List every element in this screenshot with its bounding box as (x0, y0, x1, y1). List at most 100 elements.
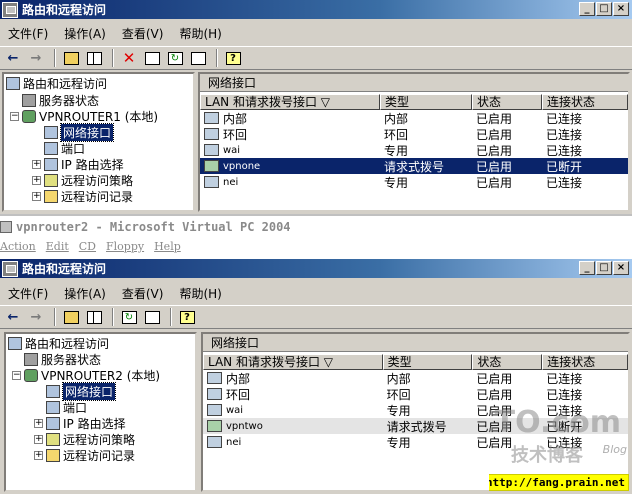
tree-root[interactable]: 路由和远程访问 (6, 75, 107, 91)
tree-remote-access-policy[interactable]: 远程访问策略 (44, 172, 133, 188)
tree-remote-access-policy[interactable]: 远程访问策略 (46, 431, 135, 447)
console-tree-icon (86, 51, 102, 65)
close-button[interactable]: × (613, 2, 629, 16)
column-header-status[interactable]: 状态 (472, 354, 543, 370)
export-list-button[interactable] (142, 307, 162, 327)
show-hide-tree-button[interactable] (84, 48, 104, 68)
table-row[interactable]: 环回 环回 已启用 已连接 (203, 386, 628, 402)
maximize-button[interactable]: □ (596, 261, 612, 275)
column-header-conn-state[interactable]: 连接状态 (542, 94, 628, 110)
column-header-name[interactable]: LAN 和请求拨号接口 ▽ (200, 94, 380, 110)
rras-window-top: 路由和远程访问 _ □ × 文件(F) 操作(A) 查看(V) 帮助(H) ← … (0, 0, 632, 214)
refresh-icon: ↻ (121, 310, 137, 324)
menu-file[interactable]: 文件(F) (0, 285, 56, 302)
tree-ip-routing[interactable]: IP 路由选择 (44, 156, 124, 172)
close-button[interactable]: × (613, 261, 629, 275)
watermark-url[interactable]: http://fang.prain.net (489, 474, 629, 491)
help-button[interactable]: ? (223, 48, 243, 68)
forward-button[interactable]: → (26, 48, 46, 68)
watermark-sub: 技术博客 (511, 445, 583, 466)
tree-ip-routing[interactable]: IP 路由选择 (46, 415, 126, 431)
table-row[interactable]: 内部 内部 已启用 已连接 (203, 370, 628, 386)
tree-server-status[interactable]: 服务器状态 (24, 351, 101, 367)
tree-ports[interactable]: 端口 (44, 140, 85, 156)
vpc-menu-help[interactable]: Help (154, 240, 181, 253)
tree-root[interactable]: 路由和远程访问 (8, 335, 109, 351)
tree-remote-access-logging[interactable]: 远程访问记录 (44, 188, 133, 204)
refresh-button[interactable]: ↻ (165, 48, 185, 68)
title-bar[interactable]: 路由和远程访问 _ □ × (0, 259, 632, 278)
back-button[interactable]: ← (3, 307, 23, 327)
column-header-type[interactable]: 类型 (380, 94, 472, 110)
menu-file[interactable]: 文件(F) (0, 25, 56, 42)
expand-toggle[interactable]: + (34, 435, 43, 444)
properties-icon (144, 51, 160, 65)
column-header-status[interactable]: 状态 (472, 94, 542, 110)
router-server-icon (22, 109, 36, 123)
vpc-menu-action[interactable]: Action (0, 240, 36, 253)
menu-view[interactable]: 查看(V) (114, 285, 172, 302)
minimize-button[interactable]: _ (579, 261, 595, 275)
collapse-toggle[interactable]: − (10, 112, 19, 121)
menu-view[interactable]: 查看(V) (114, 25, 172, 42)
tree-remote-access-logging[interactable]: 远程访问记录 (46, 447, 135, 463)
vpc-menu-edit[interactable]: Edit (46, 240, 69, 253)
tree-network-interfaces[interactable]: 网络接口 (46, 381, 117, 401)
tree-network-interfaces[interactable]: 网络接口 (44, 122, 115, 142)
watermark: 51CTO.com 技术博客 Blog http://fang.prain.ne… (489, 405, 629, 491)
sort-arrow-icon: ▽ (323, 355, 334, 369)
up-folder-icon (63, 51, 79, 65)
properties-button[interactable] (142, 48, 162, 68)
column-header-name[interactable]: LAN 和请求拨号接口 ▽ (203, 354, 383, 370)
title-bar[interactable]: 路由和远程访问 _ □ × (0, 0, 632, 19)
folder-icon (46, 448, 60, 462)
expand-toggle[interactable]: + (32, 176, 41, 185)
ports-icon (46, 400, 60, 414)
tree-server-status[interactable]: 服务器状态 (22, 92, 99, 108)
mmc-app-icon (2, 260, 18, 277)
table-row[interactable]: 内部 内部 已启用 已连接 (200, 110, 628, 126)
menu-help[interactable]: 帮助(H) (171, 285, 229, 302)
menu-action[interactable]: 操作(A) (56, 285, 114, 302)
table-row[interactable]: wai 专用 已启用 已连接 (200, 142, 628, 158)
up-level-button[interactable] (61, 48, 81, 68)
ip-routing-icon (46, 416, 60, 430)
menu-action[interactable]: 操作(A) (56, 25, 114, 42)
vpc-menu-cd[interactable]: CD (79, 240, 96, 253)
refresh-button[interactable]: ↻ (119, 307, 139, 327)
vpc-title-bar[interactable]: vpnrouter2 - Microsoft Virtual PC 2004 (0, 220, 291, 234)
forward-button[interactable]: → (26, 307, 46, 327)
minimize-button[interactable]: _ (579, 2, 595, 16)
collapse-toggle[interactable]: − (12, 371, 21, 380)
export-list-button[interactable] (188, 48, 208, 68)
up-level-button[interactable] (61, 307, 81, 327)
back-arrow-icon: ← (7, 50, 19, 66)
help-button[interactable]: ? (177, 307, 197, 327)
expand-toggle[interactable]: + (32, 192, 41, 201)
expand-toggle[interactable]: + (34, 451, 43, 460)
show-hide-tree-button[interactable] (84, 307, 104, 327)
table-row-selected[interactable]: vpnone 请求式拨号 已启用 已断开 (200, 158, 628, 174)
column-header-type[interactable]: 类型 (382, 354, 473, 370)
forward-arrow-icon: → (30, 309, 42, 325)
back-arrow-icon: ← (7, 309, 19, 325)
tree-server-node[interactable]: VPNROUTER2 (本地) (24, 367, 160, 383)
table-row[interactable]: nei 专用 已启用 已连接 (200, 174, 628, 190)
menu-help[interactable]: 帮助(H) (171, 25, 229, 42)
menu-bar: 文件(F) 操作(A) 查看(V) 帮助(H) (0, 283, 632, 303)
maximize-button[interactable]: □ (596, 2, 612, 16)
tree-server-node[interactable]: VPNROUTER1 (本地) (22, 108, 158, 124)
expand-toggle[interactable]: + (32, 160, 41, 169)
delete-button[interactable]: ✕ (119, 48, 139, 68)
vpc-title: vpnrouter2 - Microsoft Virtual PC 2004 (16, 220, 291, 234)
tree-ports[interactable]: 端口 (46, 399, 87, 415)
demand-dial-icon (207, 420, 222, 432)
computer-icon (8, 336, 22, 350)
expand-toggle[interactable]: + (34, 419, 43, 428)
help-icon: ? (179, 310, 195, 324)
table-row[interactable]: 环回 环回 已启用 已连接 (200, 126, 628, 142)
network-adapter-icon (204, 176, 219, 188)
vpc-menu-floppy[interactable]: Floppy (106, 240, 144, 253)
back-button[interactable]: ← (3, 48, 23, 68)
column-header-conn-state[interactable]: 连接状态 (542, 354, 628, 370)
